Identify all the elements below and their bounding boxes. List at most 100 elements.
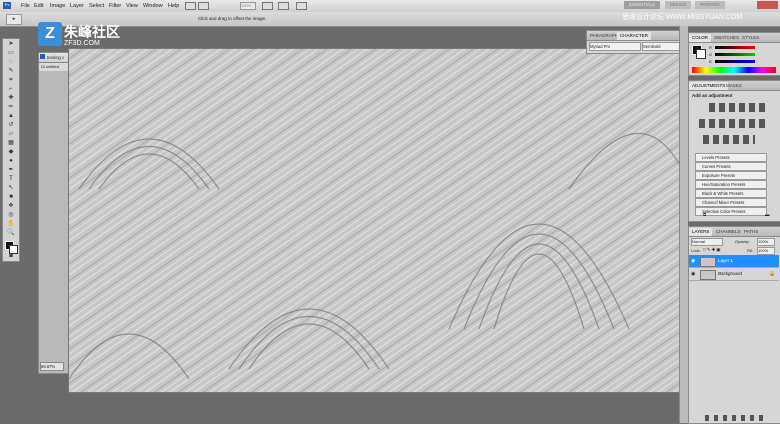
offset-tool-icon[interactable]: ▸: [6, 14, 22, 25]
menu-view[interactable]: View: [126, 3, 138, 9]
path-select-tool-icon[interactable]: ↖: [6, 185, 16, 192]
healing-tool-icon[interactable]: ✚: [6, 95, 16, 102]
adjustment-icons-row2[interactable]: [699, 119, 769, 128]
quick-mask-icon[interactable]: ◙: [6, 253, 16, 260]
menu-image[interactable]: Image: [50, 3, 65, 9]
font-family-select[interactable]: Myriad Pro: [589, 42, 641, 51]
blend-mode-select[interactable]: Normal: [691, 238, 723, 246]
color-panel-tabs: COLOR SWATCHES STYLES: [689, 33, 780, 43]
clip-to-layer-icon[interactable]: ⧉: [703, 212, 706, 217]
document-tab-2[interactable]: Di untitled: [39, 63, 71, 71]
layer-name: Layer 1: [718, 258, 734, 263]
hand-tool-icon[interactable]: ✋: [6, 221, 16, 228]
bridge-icon[interactable]: [185, 2, 196, 10]
workspace-design[interactable]: DESIGN: [665, 1, 691, 9]
document-tab-2-label: Di untitled: [41, 64, 59, 69]
brush-tool-icon[interactable]: ✏: [6, 104, 16, 111]
layer-name: Background: [718, 271, 743, 276]
preset-hue-saturation[interactable]: Hue/Saturation Presets: [695, 180, 767, 189]
character-panel: PARAGRAPH CHARACTER Myriad Pro Semibold: [586, 30, 686, 54]
menu-edit[interactable]: Edit: [34, 3, 43, 9]
marquee-tool-icon[interactable]: ▭: [6, 50, 16, 57]
tab-channels[interactable]: CHANNELS: [713, 228, 744, 235]
tab-layers[interactable]: LAYERS: [689, 228, 713, 236]
workspace-essentials[interactable]: ESSENTIALS: [624, 1, 660, 9]
bg-color-chip[interactable]: [696, 49, 706, 59]
history-brush-tool-icon[interactable]: ↺: [6, 122, 16, 129]
font-style-select[interactable]: Semibold: [642, 42, 682, 51]
eraser-tool-icon[interactable]: ▱: [6, 131, 16, 138]
stamp-tool-icon[interactable]: ▲: [6, 113, 16, 120]
3d-rotate-tool-icon[interactable]: ❖: [6, 203, 16, 210]
preset-curves[interactable]: Curves Presets: [695, 162, 767, 171]
zoom-tool-icon[interactable]: 🔍: [6, 230, 16, 237]
layer-row-layer-1[interactable]: ◉ Layer 1: [689, 255, 779, 268]
tab-paragraph[interactable]: PARAGRAPH: [587, 32, 621, 39]
visibility-eye-icon[interactable]: ◉: [691, 271, 695, 277]
lock-icon: 🔒: [769, 271, 776, 277]
arrange-docs-icon[interactable]: [278, 2, 289, 10]
menu-window[interactable]: Window: [143, 3, 163, 9]
ps-logo-icon[interactable]: Ps: [3, 2, 11, 9]
move-tool-icon[interactable]: ➤: [6, 41, 16, 48]
layers-footer-buttons[interactable]: [705, 415, 765, 421]
pen-tool-icon[interactable]: ✒: [6, 167, 16, 174]
tab-masks[interactable]: MASKS: [723, 82, 745, 89]
watermark-logo-icon: Z: [38, 22, 62, 46]
adjustment-icons-row1[interactable]: [709, 103, 765, 112]
preset-exposure[interactable]: Exposure Presets: [695, 171, 767, 180]
menu-select[interactable]: Select: [89, 3, 104, 9]
tab-character[interactable]: CHARACTER: [617, 32, 652, 40]
zoom-readout[interactable]: 66.67%: [40, 362, 64, 371]
type-tool-icon[interactable]: T: [6, 176, 16, 183]
crop-tool-icon[interactable]: ⌗: [6, 77, 16, 84]
zoom-level[interactable]: 100%: [240, 2, 256, 10]
minibridge-icon[interactable]: [198, 2, 209, 10]
preset-channel-mixer[interactable]: Channel Mixer Presets: [695, 198, 767, 207]
workspace-painting[interactable]: PAINTING: [695, 1, 725, 9]
menu-layer[interactable]: Layer: [70, 3, 84, 9]
menu-filter[interactable]: Filter: [109, 3, 121, 9]
window-controls[interactable]: [757, 1, 778, 9]
eyedropper-tool-icon[interactable]: ⌐: [6, 86, 16, 93]
lock-label: Lock:: [691, 248, 701, 253]
hand-icon[interactable]: [262, 2, 273, 10]
adjustment-icons-row3[interactable]: [703, 135, 755, 144]
tab-color[interactable]: COLOR: [689, 34, 712, 42]
watermark-right: 思缘设计论坛 WWW.MISSYUAN.COM: [622, 14, 743, 21]
watermark-left-url: ZF3D.COM: [64, 40, 100, 47]
menu-help[interactable]: Help: [168, 3, 179, 9]
character-panel-tabs: PARAGRAPH CHARACTER: [587, 31, 685, 41]
lasso-tool-icon[interactable]: ◌: [6, 59, 16, 66]
lock-icons[interactable]: □✎✚▣: [703, 247, 722, 253]
3d-orbit-tool-icon[interactable]: ◎: [6, 212, 16, 219]
tab-swatches[interactable]: SWATCHES: [711, 34, 742, 41]
tab-styles[interactable]: STYLES: [739, 34, 762, 41]
layers-panel-tabs: LAYERS CHANNELS PATHS: [689, 227, 780, 237]
screen-mode-icon[interactable]: [296, 2, 307, 10]
channel-b-slider[interactable]: [715, 60, 755, 63]
quick-select-tool-icon[interactable]: ✎: [6, 68, 16, 75]
visibility-eye-icon[interactable]: ◉: [691, 258, 695, 264]
image-canvas[interactable]: [68, 48, 683, 393]
tab-paths[interactable]: PATHS: [741, 228, 761, 235]
dodge-tool-icon[interactable]: ●: [6, 158, 16, 165]
preset-levels[interactable]: Levels Presets: [695, 153, 767, 162]
preset-black-white[interactable]: Black & White Presets: [695, 189, 767, 198]
blur-tool-icon[interactable]: ◆: [6, 149, 16, 156]
menu-file[interactable]: File: [21, 3, 30, 9]
adjustments-title: Add an adjustment: [692, 93, 733, 98]
fill-field[interactable]: 100%: [757, 247, 775, 255]
channel-r-slider[interactable]: [715, 46, 755, 49]
layer-thumbnail: [700, 257, 716, 267]
color-spectrum-bar[interactable]: [692, 67, 776, 73]
channel-g-slider[interactable]: [715, 53, 755, 56]
shape-tool-icon[interactable]: ■: [6, 194, 16, 201]
gradient-tool-icon[interactable]: ▦: [6, 140, 16, 147]
panel-menu-icon[interactable]: ▬: [765, 212, 770, 217]
opacity-field[interactable]: 100%: [757, 238, 775, 246]
channel-r-label: R: [709, 45, 712, 50]
layer-row-background[interactable]: ◉ Background 🔒: [689, 268, 779, 281]
textured-image: [69, 49, 682, 392]
document-tab[interactable]: training c: [39, 53, 71, 63]
